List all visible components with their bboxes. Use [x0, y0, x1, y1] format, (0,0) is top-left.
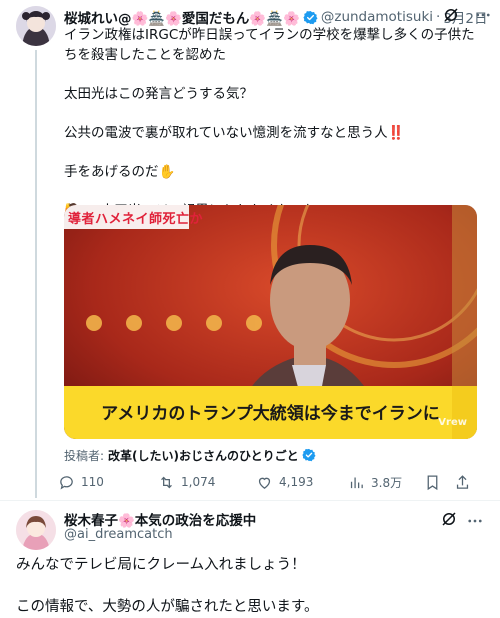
heart-icon [258, 477, 271, 489]
display-name[interactable]: 桜城れい@🌸🏯🌸愛国だもん🌸🏯🌸 [64, 7, 300, 27]
view-count: 3.8万 [371, 475, 403, 490]
more-options-icon[interactable] [466, 512, 484, 534]
repost-button[interactable]: 1,074 [158, 474, 215, 491]
grok-icon[interactable] [442, 6, 460, 28]
poster-name[interactable]: 改革(したい)おじさんのひとりごと [108, 447, 299, 464]
poster-label: 投稿者: [64, 449, 105, 463]
verified-badge-icon [303, 10, 318, 25]
share-icon [456, 474, 469, 489]
avatar[interactable] [16, 6, 56, 46]
action-bar: 110 1,074 4,193 3.8万 [58, 472, 478, 492]
views-button[interactable]: 3.8万 [348, 474, 402, 491]
reply-handle[interactable]: @ai_dreamcatch [64, 527, 173, 542]
share-button[interactable] [454, 474, 471, 491]
like-button[interactable]: 4,193 [256, 474, 313, 491]
repost-icon [161, 476, 172, 488]
banner-text: 導者ハメネイ師死亡か [68, 212, 204, 227]
reply-icon [60, 475, 73, 490]
thread-line [35, 50, 37, 498]
separator: · [436, 9, 441, 25]
watermark: Vrew [438, 417, 467, 428]
repost-count: 1,074 [181, 475, 216, 489]
video-thumbnail[interactable]: 導者ハメネイ師死亡か アメリカのトランプ大統領は今までイランに Vrew [64, 205, 477, 439]
video-caption: アメリカのトランプ大統領は今までイランに [101, 404, 440, 424]
like-count: 4,193 [279, 475, 314, 489]
avatar[interactable] [16, 510, 56, 550]
divider [0, 500, 500, 501]
verified-badge-icon [302, 448, 317, 463]
bookmark-button[interactable] [424, 474, 441, 491]
reply-count: 110 [81, 475, 104, 489]
tweet-header: 桜城れい@🌸🏯🌸愛国だもん🌸🏯🌸 @zundamotisuki · 3月2日 [64, 7, 490, 27]
handle[interactable]: @zundamotisuki [321, 9, 433, 25]
bookmark-icon [427, 474, 438, 490]
views-icon [350, 477, 363, 488]
more-options-icon[interactable] [474, 6, 492, 28]
reply-display-name[interactable]: 桜木春子🌸本気の政治を応援中 [64, 509, 256, 529]
grok-icon[interactable] [440, 510, 458, 532]
header-actions [442, 6, 492, 28]
tweet-text: イラン政権はIRGCが昨日誤ってイランの学校を爆撃し多くの子供たちを殺害したこと… [64, 27, 475, 219]
reply-button[interactable]: 110 [58, 474, 104, 491]
poster-attribution: 投稿者: 改革(したい)おじさんのひとりごと [64, 447, 320, 464]
reply-text: みんなでテレビ局にクレーム入れましょう！ この情報で、大勢の人が騙されたと思いま… [16, 557, 319, 615]
